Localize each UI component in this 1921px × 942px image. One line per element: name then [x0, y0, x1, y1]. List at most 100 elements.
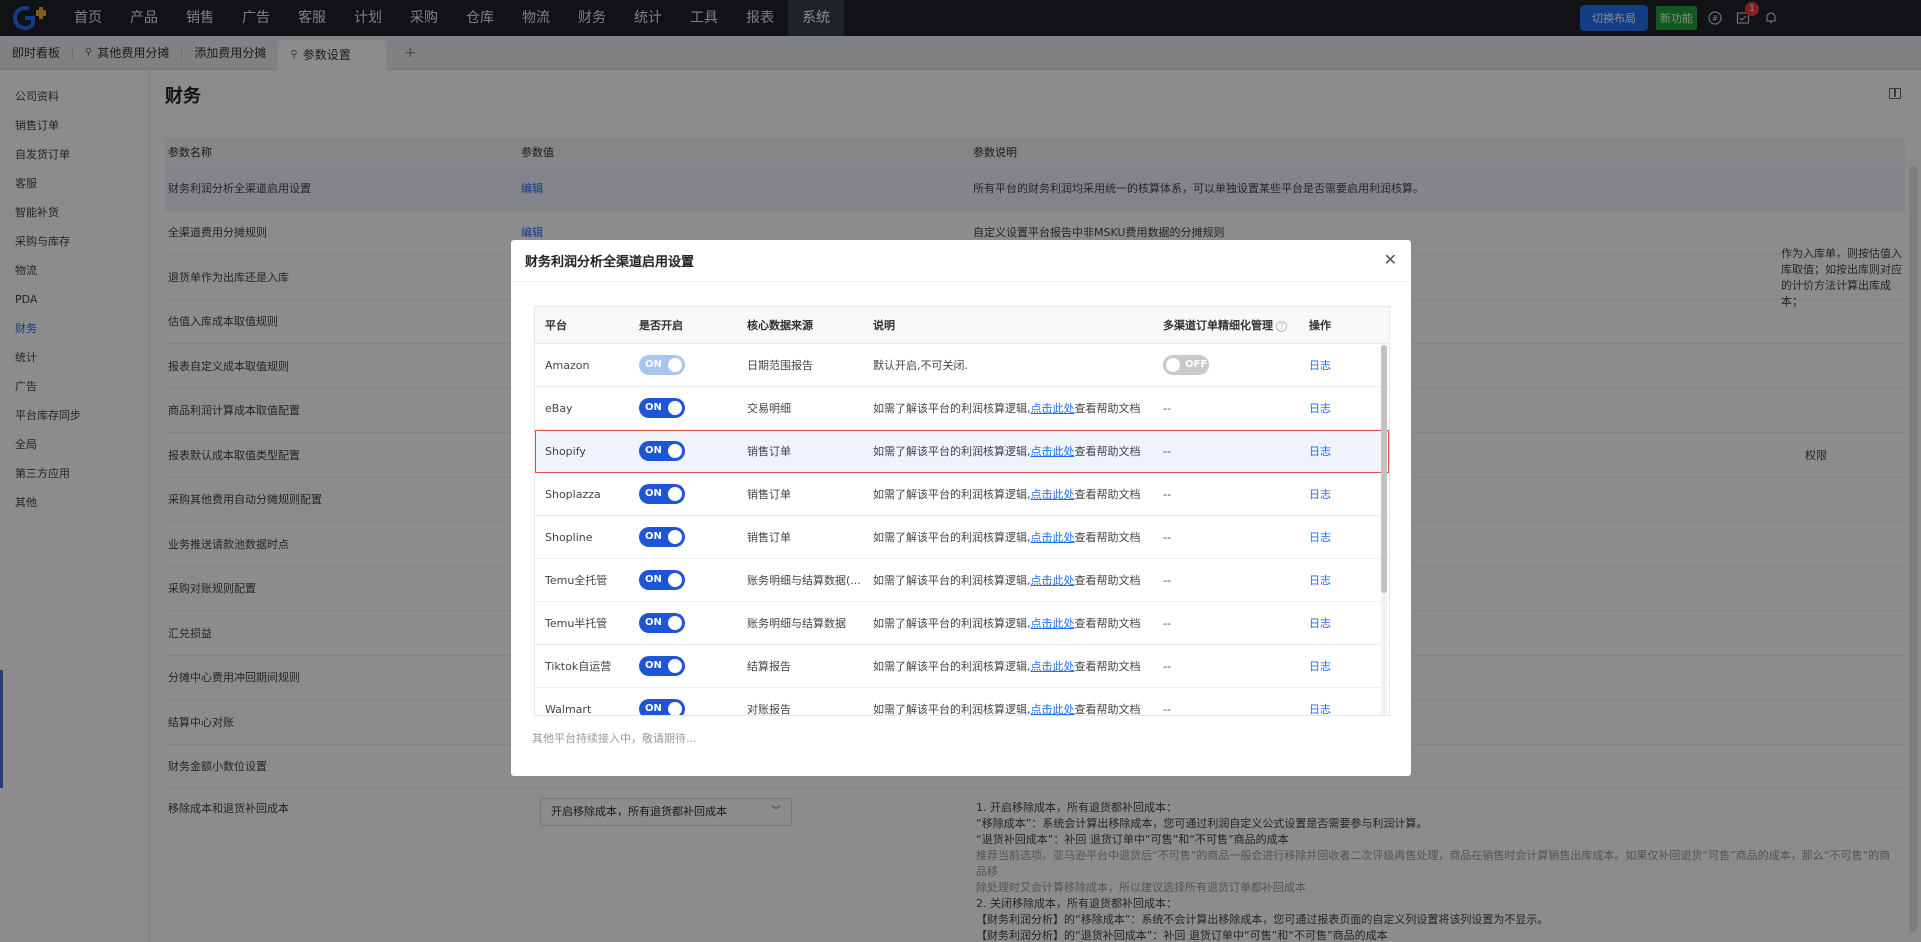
- multichannel-value: --: [1163, 702, 1171, 716]
- description-text: 如需了解该平台的利润核算逻辑,: [873, 488, 1031, 501]
- table-row: Walmart ON 对账报告 如需了解该平台的利润核算逻辑,点击此处查看帮助文档 --…: [535, 688, 1389, 716]
- log-link[interactable]: 日志: [1309, 615, 1369, 631]
- log-link[interactable]: 日志: [1309, 400, 1369, 416]
- help-icon[interactable]: ?: [1276, 320, 1287, 332]
- platform-name: Walmart: [545, 702, 592, 716]
- toggle-cell: ON: [639, 613, 747, 633]
- column-header: 多渠道订单精细化管理?: [1163, 317, 1309, 333]
- multichannel-value: --: [1163, 401, 1171, 415]
- log-link[interactable]: 日志: [1309, 701, 1369, 715]
- multichannel-value: --: [1163, 616, 1171, 630]
- table-row: Tiktok自运营 ON 结算报告 如需了解该平台的利润核算逻辑,点击此处查看帮助文档…: [535, 645, 1389, 688]
- help-doc-link[interactable]: 点击此处: [1031, 531, 1075, 544]
- help-doc-link[interactable]: 点击此处: [1031, 488, 1075, 501]
- multichannel-toggle[interactable]: OFF: [1163, 355, 1209, 375]
- enable-toggle[interactable]: ON: [639, 656, 685, 676]
- enable-toggle[interactable]: ON: [639, 570, 685, 590]
- log-link[interactable]: 日志: [1309, 572, 1369, 588]
- multichannel-value: --: [1163, 487, 1171, 501]
- help-doc-link[interactable]: 点击此处: [1031, 660, 1075, 673]
- scrollbar-thumb[interactable]: [1381, 345, 1387, 593]
- column-header: 操作: [1309, 319, 1331, 332]
- toggle-cell: ON: [639, 441, 747, 461]
- close-icon[interactable]: ✕: [1384, 250, 1397, 269]
- table-row: Shoplazza ON 销售订单 如需了解该平台的利润核算逻辑,点击此处查看帮助文档…: [535, 473, 1389, 516]
- dialog-header: 财务利润分析全渠道启用设置 ✕: [511, 240, 1411, 282]
- multichannel-cell: OFF: [1163, 355, 1309, 375]
- coming-soon-note: 其他平台持续接入中，敬请期待...: [532, 732, 697, 745]
- enable-toggle: ON: [639, 355, 685, 375]
- platform-description: 如需了解该平台的利润核算逻辑,点击此处查看帮助文档: [873, 572, 1163, 588]
- toggle-cell: ON: [639, 398, 747, 418]
- enable-toggle[interactable]: ON: [639, 699, 685, 715]
- multichannel-cell: --: [1163, 617, 1309, 630]
- table-scrollbar[interactable]: [1381, 345, 1387, 715]
- log-link[interactable]: 日志: [1309, 486, 1369, 502]
- column-label: 多渠道订单精细化管理: [1163, 319, 1273, 332]
- description-text: 查看帮助文档: [1074, 617, 1141, 630]
- data-source: 销售订单: [747, 445, 791, 458]
- help-doc-link[interactable]: 点击此处: [1031, 402, 1075, 415]
- platform-name: Tiktok自运营: [545, 660, 612, 673]
- help-doc-link[interactable]: 点击此处: [1031, 574, 1075, 587]
- multichannel-cell: --: [1163, 488, 1309, 501]
- toggle-cell: ON: [639, 527, 747, 547]
- table-header: 平台 是否开启 核心数据来源 说明 多渠道订单精细化管理? 操作: [535, 307, 1389, 344]
- enable-toggle[interactable]: ON: [639, 484, 685, 504]
- data-source: 对账报告: [747, 703, 791, 716]
- log-link[interactable]: 日志: [1309, 357, 1369, 373]
- column-header: 核心数据来源: [747, 319, 813, 332]
- platform-description: 默认开启,不可关闭.: [873, 357, 1163, 373]
- platform-description: 如需了解该平台的利润核算逻辑,点击此处查看帮助文档: [873, 529, 1163, 545]
- data-source: 销售订单: [747, 531, 791, 544]
- platform-table: 平台 是否开启 核心数据来源 说明 多渠道订单精细化管理? 操作 Amazon O…: [534, 306, 1390, 716]
- multichannel-value: --: [1163, 573, 1171, 587]
- log-link[interactable]: 日志: [1309, 443, 1369, 459]
- description-text: 如需了解该平台的利润核算逻辑,: [873, 574, 1031, 587]
- log-link[interactable]: 日志: [1309, 529, 1369, 545]
- dialog-title: 财务利润分析全渠道启用设置: [525, 255, 695, 270]
- column-header: 说明: [873, 319, 895, 332]
- description-text: 查看帮助文档: [1074, 488, 1141, 501]
- platform-description: 如需了解该平台的利润核算逻辑,点击此处查看帮助文档: [873, 400, 1163, 416]
- platform-description: 如需了解该平台的利润核算逻辑,点击此处查看帮助文档: [873, 658, 1163, 674]
- table-row: Temu半托管 ON 账务明细与结算数据 如需了解该平台的利润核算逻辑,点击此处查看帮…: [535, 602, 1389, 645]
- multichannel-value: --: [1163, 444, 1171, 458]
- description-text: 默认开启,不可关闭.: [873, 359, 968, 372]
- platform-name: Shopify: [545, 444, 586, 458]
- description-text: 查看帮助文档: [1074, 402, 1141, 415]
- platform-description: 如需了解该平台的利润核算逻辑,点击此处查看帮助文档: [873, 701, 1163, 716]
- data-source: 账务明细与结算数据(...: [747, 574, 861, 587]
- description-text: 查看帮助文档: [1074, 574, 1141, 587]
- multichannel-value: --: [1163, 530, 1171, 544]
- description-text: 如需了解该平台的利润核算逻辑,: [873, 660, 1031, 673]
- platform-name: Shopline: [545, 530, 593, 544]
- table-row: Amazon ON 日期范围报告 默认开启,不可关闭. OFF 日志: [535, 344, 1389, 387]
- toggle-cell: ON: [639, 656, 747, 676]
- help-doc-link[interactable]: 点击此处: [1031, 617, 1075, 630]
- column-header: 是否开启: [639, 319, 683, 332]
- toggle-cell: ON: [639, 484, 747, 504]
- enable-toggle[interactable]: ON: [639, 398, 685, 418]
- description-text: 如需了解该平台的利润核算逻辑,: [873, 617, 1031, 630]
- description-text: 查看帮助文档: [1074, 660, 1141, 673]
- help-doc-link[interactable]: 点击此处: [1031, 703, 1075, 715]
- multichannel-cell: --: [1163, 531, 1309, 544]
- table-row: Shopline ON 销售订单 如需了解该平台的利润核算逻辑,点击此处查看帮助文档 -…: [535, 516, 1389, 559]
- enable-toggle[interactable]: ON: [639, 441, 685, 461]
- log-link[interactable]: 日志: [1309, 658, 1369, 674]
- help-doc-link[interactable]: 点击此处: [1031, 445, 1075, 458]
- description-text: 查看帮助文档: [1074, 703, 1141, 716]
- description-text: 如需了解该平台的利润核算逻辑,: [873, 703, 1031, 716]
- platform-name: Shoplazza: [545, 487, 601, 501]
- platform-settings-dialog: 财务利润分析全渠道启用设置 ✕ 平台 是否开启 核心数据来源 说明 多渠道订单精…: [511, 240, 1411, 776]
- toggle-cell: ON: [639, 570, 747, 590]
- platform-name: Temu全托管: [545, 574, 608, 587]
- platform-description: 如需了解该平台的利润核算逻辑,点击此处查看帮助文档: [873, 443, 1163, 459]
- multichannel-cell: --: [1163, 574, 1309, 587]
- enable-toggle[interactable]: ON: [639, 613, 685, 633]
- multichannel-value: --: [1163, 659, 1171, 673]
- multichannel-cell: --: [1163, 445, 1309, 458]
- data-source: 交易明细: [747, 402, 791, 415]
- enable-toggle[interactable]: ON: [639, 527, 685, 547]
